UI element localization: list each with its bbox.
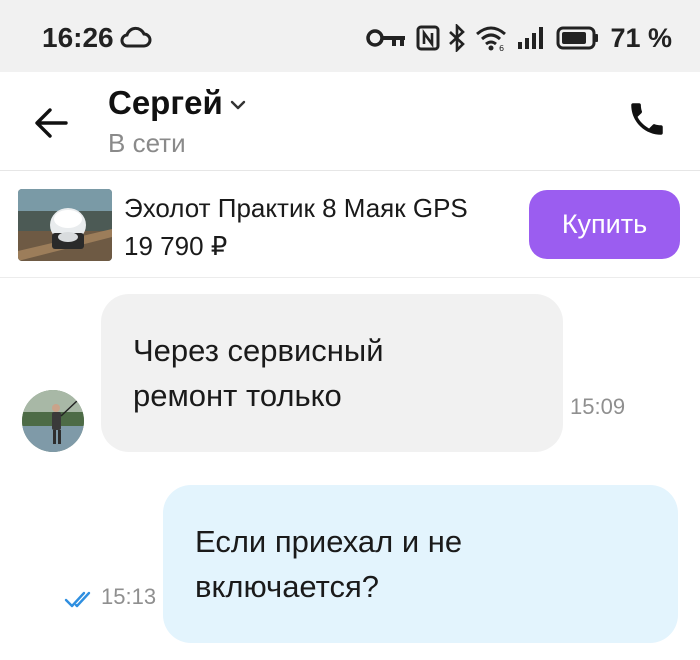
arrow-left-icon[interactable] bbox=[30, 102, 72, 144]
product-price: 19 790 ₽ bbox=[124, 231, 228, 261]
contact-info[interactable]: Сергей В сети bbox=[108, 84, 247, 159]
contact-name: Сергей bbox=[108, 84, 223, 121]
chat-header: Сергей В сети bbox=[0, 72, 700, 171]
svg-text:6: 6 bbox=[499, 44, 504, 52]
message-text-line: включается? bbox=[195, 569, 380, 604]
status-time: 16:26 bbox=[42, 22, 114, 53]
status-icons: 6 71 % bbox=[366, 20, 672, 56]
bluetooth-icon bbox=[449, 24, 466, 52]
signal-icon bbox=[518, 27, 544, 49]
message-text-line: Через сервисный bbox=[133, 333, 384, 368]
product-title: Эхолот Практик 8 Маяк GPS bbox=[124, 193, 468, 223]
contact-status: В сети bbox=[108, 128, 186, 158]
message-time: 15:09 bbox=[570, 394, 626, 419]
status-bar: 16:26 6 71 % bbox=[0, 0, 700, 72]
chevron-down-icon bbox=[230, 100, 245, 110]
buy-button[interactable]: Купить bbox=[529, 190, 680, 259]
message-list[interactable]: Через сервисный ремонт только 15:09 Если… bbox=[0, 278, 700, 660]
message-text-line: Если приехал и не bbox=[195, 524, 463, 559]
product-thumbnail[interactable] bbox=[18, 189, 112, 261]
key-icon bbox=[366, 29, 406, 47]
battery-icon bbox=[556, 26, 599, 50]
phone-icon[interactable] bbox=[626, 98, 668, 140]
message-text-line: ремонт только bbox=[133, 378, 342, 413]
nfc-icon bbox=[416, 25, 440, 51]
battery-percent: 71 % bbox=[610, 22, 672, 53]
incoming-message[interactable]: Через сервисный ремонт только bbox=[101, 294, 563, 452]
message-time: 15:13 bbox=[101, 584, 157, 609]
outgoing-message[interactable]: Если приехал и не включается? bbox=[163, 485, 678, 643]
double-check-icon bbox=[64, 591, 91, 608]
wifi-icon: 6 bbox=[476, 26, 507, 52]
cloud-icon bbox=[120, 26, 152, 48]
avatar[interactable] bbox=[22, 390, 84, 452]
